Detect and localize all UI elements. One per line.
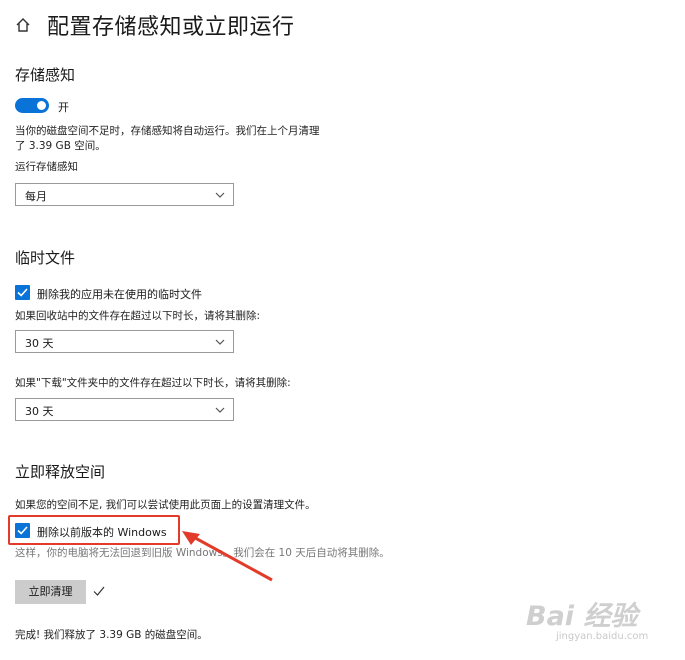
delete-previous-windows-checkbox[interactable] bbox=[15, 523, 30, 538]
run-frequency-value: 每月 bbox=[25, 190, 47, 203]
baidu-watermark-url: jingyan.baidu.com bbox=[556, 631, 649, 642]
storage-sense-description-1: 当你的磁盘空间不足时，存储感知将自动运行。我们在上个月清理 bbox=[15, 125, 320, 137]
temp-files-title: 临时文件 bbox=[15, 249, 76, 267]
delete-previous-windows-label: 删除以前版本的 Windows bbox=[37, 526, 167, 539]
checkmark-icon bbox=[17, 526, 28, 535]
page-title: 配置存储感知或立即运行 bbox=[47, 15, 295, 40]
recycle-bin-label: 如果回收站中的文件存在超过以下时长，请将其删除: bbox=[15, 310, 261, 322]
delete-unused-temp-label: 删除我的应用未在使用的临时文件 bbox=[37, 288, 202, 301]
storage-sense-title: 存储感知 bbox=[15, 66, 76, 84]
chevron-down-icon bbox=[215, 192, 225, 198]
result-text: 完成! 我们释放了 3.39 GB 的磁盘空间。 bbox=[15, 629, 208, 641]
home-icon[interactable] bbox=[14, 16, 32, 34]
recycle-bin-value: 30 天 bbox=[25, 337, 54, 350]
baidu-watermark-logo: Bai 经验 bbox=[526, 601, 638, 632]
chevron-down-icon bbox=[215, 407, 225, 413]
recycle-bin-dropdown[interactable]: 30 天 bbox=[15, 330, 234, 353]
toggle-state-label: 开 bbox=[58, 101, 69, 114]
clean-now-button[interactable]: 立即清理 bbox=[15, 580, 86, 604]
free-space-now-title: 立即释放空间 bbox=[15, 463, 106, 481]
checkmark-icon bbox=[17, 288, 28, 297]
downloads-label: 如果"下载"文件夹中的文件存在超过以下时长，请将其删除: bbox=[15, 377, 291, 389]
toggle-knob bbox=[37, 101, 46, 110]
run-frequency-dropdown[interactable]: 每月 bbox=[15, 183, 234, 206]
storage-sense-description-2: 了 3.39 GB 空间。 bbox=[15, 140, 106, 152]
done-check-icon bbox=[93, 586, 105, 596]
delete-unused-temp-checkbox[interactable] bbox=[15, 285, 30, 300]
downloads-value: 30 天 bbox=[25, 405, 54, 418]
storage-sense-toggle[interactable] bbox=[15, 98, 49, 113]
free-space-description: 如果您的空间不足, 我们可以尝试使用此页面上的设置清理文件。 bbox=[15, 499, 316, 511]
downloads-dropdown[interactable]: 30 天 bbox=[15, 398, 234, 421]
chevron-down-icon bbox=[215, 339, 225, 345]
annotation-arrow-icon bbox=[182, 531, 273, 582]
run-storage-sense-label: 运行存储感知 bbox=[15, 161, 78, 171]
